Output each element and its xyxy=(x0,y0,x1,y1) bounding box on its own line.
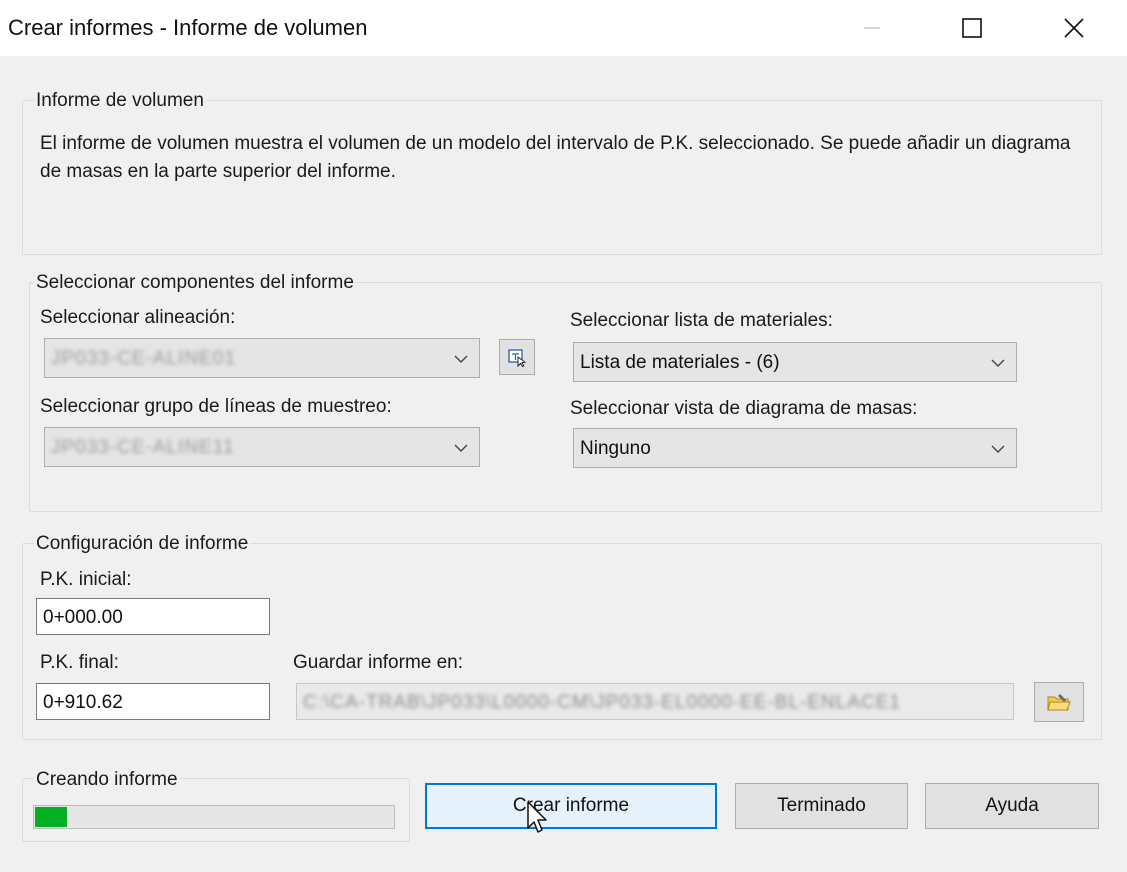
progress-group-label: Creando informe xyxy=(34,769,180,791)
save-path-input-value: C:\CA-TRAB\JP033\L0000-CM\JP033-EL0000-E… xyxy=(303,692,901,713)
start-station-label: P.K. inicial: xyxy=(40,569,132,590)
save-path-input[interactable]: C:\CA-TRAB\JP033\L0000-CM\JP033-EL0000-E… xyxy=(296,683,1014,720)
alignment-select-value: JP033-CE-ALINE01 xyxy=(51,348,236,369)
start-station-input[interactable]: 0+000.00 xyxy=(36,598,270,635)
mass-haul-view-select[interactable]: Ninguno xyxy=(573,428,1017,468)
material-list-label: Seleccionar lista de materiales: xyxy=(570,310,833,331)
chevron-down-icon xyxy=(991,359,1005,367)
chevron-down-icon xyxy=(454,355,468,363)
pick-alignment-button[interactable] xyxy=(499,339,535,375)
done-button[interactable]: Terminado xyxy=(735,783,908,829)
close-icon xyxy=(1064,18,1084,38)
material-list-select[interactable]: Lista de materiales - (6) xyxy=(573,342,1017,382)
create-report-button[interactable]: Crear informe xyxy=(425,783,717,829)
mass-haul-label: Seleccionar vista de diagrama de masas: xyxy=(570,398,918,419)
pick-from-drawing-icon xyxy=(508,349,527,367)
folder-browse-icon xyxy=(1047,694,1071,711)
sample-lines-select[interactable]: JP033-CE-ALINE11 xyxy=(44,427,480,467)
start-station-input-value: 0+000.00 xyxy=(43,607,123,628)
maximize-button[interactable] xyxy=(926,0,1018,56)
save-path-label: Guardar informe en: xyxy=(293,652,464,673)
end-station-input-value: 0+910.62 xyxy=(43,692,123,713)
close-button[interactable] xyxy=(1028,0,1120,56)
minimize-icon xyxy=(864,27,880,29)
end-station-input[interactable]: 0+910.62 xyxy=(36,683,270,720)
mouse-cursor-icon xyxy=(527,801,547,833)
components-group-label: Seleccionar componentes del informe xyxy=(34,272,356,294)
window-title: Crear informes - Informe de volumen xyxy=(8,15,368,40)
end-station-label: P.K. final: xyxy=(40,652,119,673)
chevron-down-icon xyxy=(454,444,468,452)
report-description: El informe de volumen muestra el volumen… xyxy=(40,133,1071,182)
material-list-select-value: Lista de materiales - (6) xyxy=(580,352,780,373)
chevron-down-icon xyxy=(991,445,1005,453)
settings-group-label: Configuración de informe xyxy=(34,533,251,555)
alignment-label: Seleccionar alineación: xyxy=(40,307,236,328)
progress-bar xyxy=(33,805,395,829)
mass-haul-view-select-value: Ninguno xyxy=(580,438,651,459)
sample-lines-select-value: JP033-CE-ALINE11 xyxy=(51,437,235,458)
browse-folder-button[interactable] xyxy=(1034,682,1084,722)
sample-lines-label: Seleccionar grupo de líneas de muestreo: xyxy=(40,396,392,417)
maximize-icon xyxy=(962,18,982,38)
report-info-group-label: Informe de volumen xyxy=(34,90,206,112)
alignment-select[interactable]: JP033-CE-ALINE01 xyxy=(44,338,480,378)
title-bar: Crear informes - Informe de volumen xyxy=(0,0,1127,56)
minimize-button[interactable] xyxy=(826,0,918,56)
help-button[interactable]: Ayuda xyxy=(925,783,1099,829)
progress-bar-fill xyxy=(35,807,67,827)
